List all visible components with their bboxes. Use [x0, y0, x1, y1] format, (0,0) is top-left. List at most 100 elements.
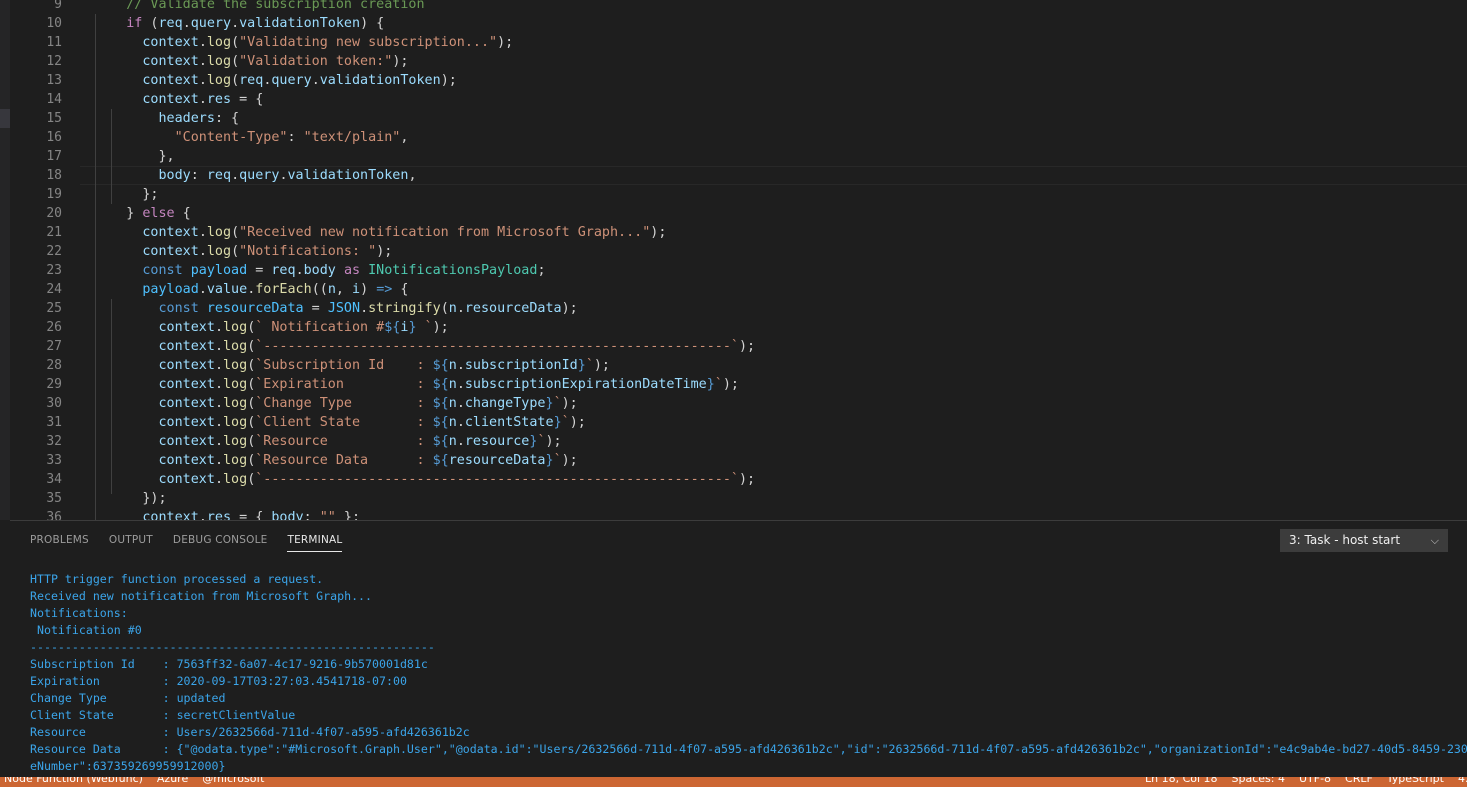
code-line[interactable]: context.res = {	[94, 90, 1467, 109]
code-line[interactable]: "Content-Type": "text/plain",	[94, 128, 1467, 147]
code-token: .	[198, 244, 207, 259]
code-line[interactable]: const payload = req.body as INotificatio…	[94, 261, 1467, 280]
code-line[interactable]: const resourceData = JSON.stringify(n.re…	[94, 299, 1467, 318]
tab-terminal[interactable]: TERMINAL	[287, 534, 343, 552]
code-token: query	[271, 73, 312, 88]
line-number: 14	[46, 92, 62, 107]
code-token: .	[214, 320, 223, 335]
status-bar-right[interactable]: Ln 18, Col 18 Spaces: 4 UTF-8 CRLF TypeS…	[1145, 777, 1467, 785]
code-token: });	[142, 491, 167, 506]
code-editor[interactable]: 9 10 11 12 13 14 15 16 17 18 19 20 21 22 23 24 25 26 27 28 2…	[10, 0, 1467, 520]
code-token: `Resource Data :	[255, 453, 433, 468]
code-line[interactable]: context.log("Received new notification f…	[94, 223, 1467, 242]
code-token: );	[561, 453, 578, 468]
line-number: 31	[46, 415, 62, 430]
tab-output[interactable]: OUTPUT	[109, 534, 153, 552]
code-token: const	[158, 301, 199, 316]
code-token: log	[223, 434, 248, 449]
code-token: const	[142, 263, 183, 278]
line-number: 16	[46, 130, 62, 145]
code-line[interactable]: context.log(`Resource Data : ${resourceD…	[94, 451, 1467, 470]
code-token: ${	[384, 320, 401, 335]
line-number: 18	[46, 168, 62, 183]
code-line[interactable]: headers: {	[94, 109, 1467, 128]
line-number: 15	[46, 111, 62, 126]
code-line[interactable]: context.log(`Expiration : ${n.subscripti…	[94, 375, 1467, 394]
code-line[interactable]: });	[94, 489, 1467, 508]
code-token: clientState	[464, 415, 554, 430]
code-token: body	[158, 168, 191, 183]
code-token: );	[497, 35, 514, 50]
code-line[interactable]: };	[94, 185, 1467, 204]
code-token: ) {	[360, 16, 385, 31]
code-line[interactable]: context.log(`Subscription Id : ${n.subsc…	[94, 356, 1467, 375]
code-token: = {	[231, 510, 272, 520]
code-token: "Validating new subscription..."	[239, 35, 498, 50]
code-line[interactable]: context.log("Validating new subscription…	[94, 33, 1467, 52]
code-token: (	[142, 16, 159, 31]
line-number: 34	[46, 472, 62, 487]
code-line[interactable]: },	[94, 147, 1467, 166]
code-token: );	[432, 320, 449, 335]
status-bar-left[interactable]: Node Function (Webfunc) Azure @microsoft	[4, 777, 265, 785]
status-bar: Node Function (Webfunc) Azure @microsoft…	[0, 777, 1467, 787]
code-line[interactable]: payload.value.forEach((n, i) => {	[94, 280, 1467, 299]
code-token: .	[456, 301, 465, 316]
code-line[interactable]: context.log(`Change Type : ${n.changeTyp…	[94, 394, 1467, 413]
code-token: log	[206, 35, 232, 50]
code-line[interactable]: if (req.query.validationToken) {	[94, 14, 1467, 33]
code-token: ` Notification #	[255, 320, 385, 335]
line-number: 26	[46, 320, 62, 335]
terminal-line: Resource Data : {"@odata.type":"#Microso…	[30, 742, 1467, 756]
code-token: .	[456, 434, 465, 449]
code-token: context	[158, 415, 215, 430]
code-lines[interactable]: // Validate the subscription creation if…	[94, 0, 1467, 520]
code-token: `	[585, 358, 594, 373]
code-line[interactable]: context.log("Notifications: ");	[94, 242, 1467, 261]
code-token: "Content-Type"	[174, 130, 288, 145]
code-token: stringify	[368, 301, 441, 316]
terminal-line: eNumber":637359269959912000}	[30, 759, 226, 773]
code-token: .	[295, 263, 304, 278]
code-line[interactable]: context.log(req.query.validationToken);	[94, 71, 1467, 90]
code-line[interactable]: body: req.query.validationToken,	[94, 166, 1467, 185]
code-token: n	[448, 396, 457, 411]
code-line[interactable]: context.res = { body: "" };	[94, 508, 1467, 520]
code-token: .	[198, 73, 207, 88]
code-line[interactable]: } else {	[94, 204, 1467, 223]
code-line[interactable]: context.log(` Notification #${i} `);	[94, 318, 1467, 337]
code-token: .	[198, 92, 207, 107]
code-token: .	[279, 168, 288, 183]
code-token: {	[174, 206, 191, 221]
code-token: n	[327, 282, 336, 297]
terminal-output[interactable]: HTTP trigger function processed a reques…	[30, 571, 1467, 775]
line-number: 32	[46, 434, 62, 449]
code-line[interactable]: context.log(`---------------------------…	[94, 337, 1467, 356]
code-token: ${	[432, 377, 449, 392]
code-token: (	[440, 301, 449, 316]
code-token: (	[231, 73, 240, 88]
code-token: "Notifications: "	[239, 244, 377, 259]
code-token: log	[223, 472, 248, 487]
terminal-task-select[interactable]: 3: Task - host start ⌵	[1280, 529, 1448, 552]
code-line[interactable]: context.log(`Resource : ${n.resource}`);	[94, 432, 1467, 451]
code-token: resourceData	[448, 453, 546, 468]
code-line[interactable]: context.log(`Client State : ${n.clientSt…	[94, 413, 1467, 432]
code-line[interactable]: context.log("Validation token:");	[94, 52, 1467, 71]
code-token: .	[456, 377, 465, 392]
tab-debug-console[interactable]: DEBUG CONSOLE	[173, 534, 268, 552]
code-line[interactable]: // Validate the subscription creation	[94, 0, 1467, 14]
code-token: `Subscription Id :	[255, 358, 433, 373]
code-line[interactable]: context.log(`---------------------------…	[94, 470, 1467, 489]
code-token: .	[456, 415, 465, 430]
tab-problems[interactable]: PROBLEMS	[30, 534, 89, 552]
